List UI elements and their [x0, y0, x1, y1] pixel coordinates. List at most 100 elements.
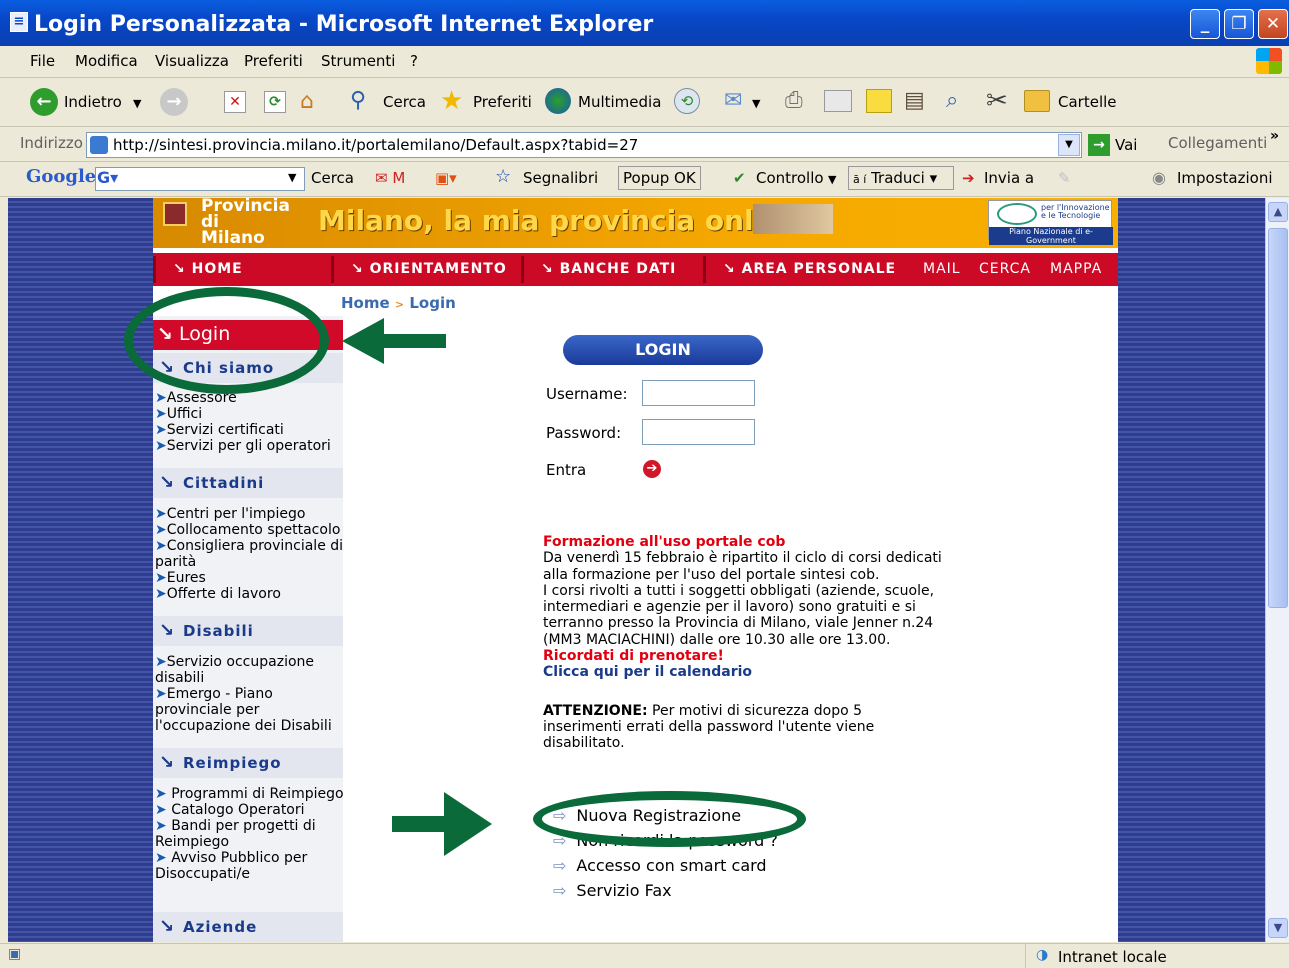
spellcheck-dropdown-icon[interactable]: ▼ [828, 173, 836, 186]
warning-label: ATTENZIONE: [543, 702, 648, 719]
media-button[interactable]: Multimedia [578, 93, 661, 111]
maximize-button[interactable]: ❐ [1224, 9, 1254, 39]
links-label[interactable]: Collegamenti [1168, 134, 1267, 152]
scroll-down-icon[interactable]: ▼ [1268, 918, 1288, 938]
innovation-logo[interactable]: per l'Innovazione e le Tecnologie Piano N… [988, 200, 1113, 245]
settings-button[interactable]: Impostazioni [1177, 169, 1273, 187]
sidebar-link[interactable]: ➤Uffici [155, 406, 345, 422]
history-icon[interactable]: ⟲ [674, 88, 700, 114]
password-input[interactable] [642, 419, 755, 445]
favorites-button[interactable]: Preferiti [473, 93, 532, 111]
sidebar-section-aziende[interactable]: ↘ Aziende [153, 912, 343, 942]
close-button[interactable]: ✕ [1258, 9, 1288, 39]
refresh-icon[interactable]: ⟳ [264, 91, 286, 113]
sidebar-section-cittadini[interactable]: ↘ Cittadini [153, 468, 343, 498]
stop-icon[interactable]: ✕ [224, 91, 246, 113]
google-search-button[interactable]: Cerca [311, 169, 354, 187]
sidebar-link[interactable]: ➤ Catalogo Operatori [155, 802, 345, 818]
submit-arrow-icon[interactable]: ➔ [643, 460, 661, 478]
cut-icon[interactable]: ✂ [986, 86, 1008, 116]
username-input[interactable] [642, 380, 755, 406]
discuss-icon[interactable] [866, 89, 892, 113]
menu-strumenti[interactable]: Strumenti [321, 52, 395, 70]
nav-banche-dati[interactable]: ↘ BANCHE DATI [541, 261, 676, 277]
forward-arrow-icon[interactable]: → [160, 88, 188, 116]
sidebar-section-disabili[interactable]: ↘ Disabili [153, 616, 343, 646]
spellcheck-button[interactable]: Controllo [756, 169, 824, 187]
find-icon[interactable]: ⌕ [946, 88, 958, 113]
folder-icon[interactable] [1024, 90, 1050, 112]
spellcheck-icon[interactable]: ✔ [733, 169, 746, 187]
menu-file[interactable]: File [30, 52, 55, 70]
send-to-button[interactable]: Invia a [984, 169, 1034, 187]
links-overflow-icon[interactable]: » [1270, 128, 1279, 144]
go-arrow-icon[interactable]: → [1088, 134, 1110, 156]
link-servizio-fax[interactable]: ⇨ Servizio Fax [553, 881, 672, 900]
sidebar-link[interactable]: ➤Collocamento spettacolo [155, 522, 345, 538]
sidebar-link[interactable]: ➤Centri per l'impiego [155, 506, 345, 522]
translate-button[interactable]: ā í Traduci ▾ [848, 166, 954, 190]
breadcrumb-home[interactable]: Home [341, 294, 390, 312]
search-icon[interactable]: ⚲ [350, 88, 366, 113]
back-dropdown-icon[interactable]: ▼ [133, 97, 141, 110]
province-logo-text[interactable]: Provincia di Milano [201, 198, 290, 247]
back-arrow-icon[interactable]: ← [30, 88, 58, 116]
highlight-icon[interactable]: ✎ [1058, 169, 1071, 187]
menu-preferiti[interactable]: Preferiti [244, 52, 303, 70]
favorites-star-icon[interactable]: ★ [440, 86, 463, 116]
google-search-input[interactable] [95, 167, 305, 191]
google-g-icon[interactable]: G▾ [97, 168, 118, 187]
calendar-link[interactable]: Clicca qui per il calendario [543, 664, 943, 680]
address-dropdown-icon[interactable]: ▼ [1058, 134, 1080, 156]
news-title[interactable]: Formazione all'uso portale cob [543, 534, 943, 550]
send-icon[interactable]: ➔ [962, 169, 975, 187]
vertical-scrollbar[interactable]: ▲ ▼ [1265, 198, 1289, 942]
link-smart-card[interactable]: ⇨ Accesso con smart card [553, 856, 767, 875]
nav-area-personale[interactable]: ↘ AREA PERSONALE [723, 261, 896, 277]
sidebar-link[interactable]: ➤Offerte di lavoro [155, 586, 345, 602]
mail-icon[interactable]: ✉ [724, 88, 742, 113]
nav-orientamento[interactable]: ↘ ORIENTAMENTO [351, 261, 507, 277]
menu-visualizza[interactable]: Visualizza [155, 52, 229, 70]
menu-help[interactable]: ? [410, 52, 418, 70]
home-icon[interactable]: ⌂ [300, 89, 328, 115]
search-button[interactable]: Cerca [383, 93, 426, 111]
settings-icon[interactable]: ◉ [1152, 168, 1166, 187]
popup-blocker-button[interactable]: Popup OK [618, 166, 701, 190]
nav-home[interactable]: ↘ HOME [173, 261, 243, 277]
back-button[interactable]: Indietro [64, 93, 122, 111]
google-dropdown-icon[interactable]: ▼ [288, 171, 296, 184]
minimize-button[interactable]: _ [1190, 9, 1220, 39]
ie-document-icon: ≡ [10, 12, 28, 32]
bookmark-star-icon[interactable]: ☆ [495, 166, 511, 187]
media-icon[interactable] [545, 88, 571, 114]
menu-modifica[interactable]: Modifica [75, 52, 138, 70]
address-input[interactable]: http://sintesi.provincia.milano.it/porta… [86, 132, 1082, 158]
sidebar-link[interactable]: ➤Eures [155, 570, 345, 586]
mail-dropdown-icon[interactable]: ▼ [752, 97, 760, 110]
sidebar-link[interactable]: ➤Emergo - Piano provinciale per l'occupa… [155, 686, 345, 734]
sidebar-link[interactable]: ➤Consigliera provinciale di parità [155, 538, 345, 570]
scroll-up-icon[interactable]: ▲ [1268, 202, 1288, 222]
edit-icon[interactable] [824, 90, 852, 112]
research-icon[interactable]: ▤ [904, 88, 925, 113]
bookmarks-button[interactable]: Segnalibri [523, 169, 598, 187]
folders-button[interactable]: Cartelle [1058, 93, 1117, 111]
sidebar-section-reimpiego[interactable]: ↘ Reimpiego [153, 748, 343, 778]
nav-mail[interactable]: MAIL [923, 261, 961, 277]
nav-mappa[interactable]: MAPPA [1050, 261, 1102, 277]
sidebar-link[interactable]: ➤ Avviso Pubblico per Disoccupati/e [155, 850, 345, 882]
google-logo[interactable]: Google [26, 166, 96, 187]
gmail-icon[interactable]: ✉ M [375, 169, 405, 187]
nav-cerca[interactable]: CERCA [979, 261, 1031, 277]
sidebar-link[interactable]: ➤ Programmi di Reimpiego [155, 786, 345, 802]
sidebar-link[interactable]: ➤Servizio occupazione disabili [155, 654, 345, 686]
sidebar-link[interactable]: ➤ Bandi per progetti di Reimpiego [155, 818, 345, 850]
go-button[interactable]: Vai [1115, 136, 1137, 154]
sidebar-link[interactable]: ➤Servizi certificati [155, 422, 345, 438]
sidebar-link[interactable]: ➤Servizi per gli operatori [155, 438, 345, 454]
blogger-icon[interactable]: ▣▾ [435, 169, 457, 187]
scroll-thumb[interactable] [1268, 228, 1288, 608]
login-pointer-arrow-icon [342, 318, 446, 364]
print-icon[interactable]: ⎙ [785, 88, 803, 113]
